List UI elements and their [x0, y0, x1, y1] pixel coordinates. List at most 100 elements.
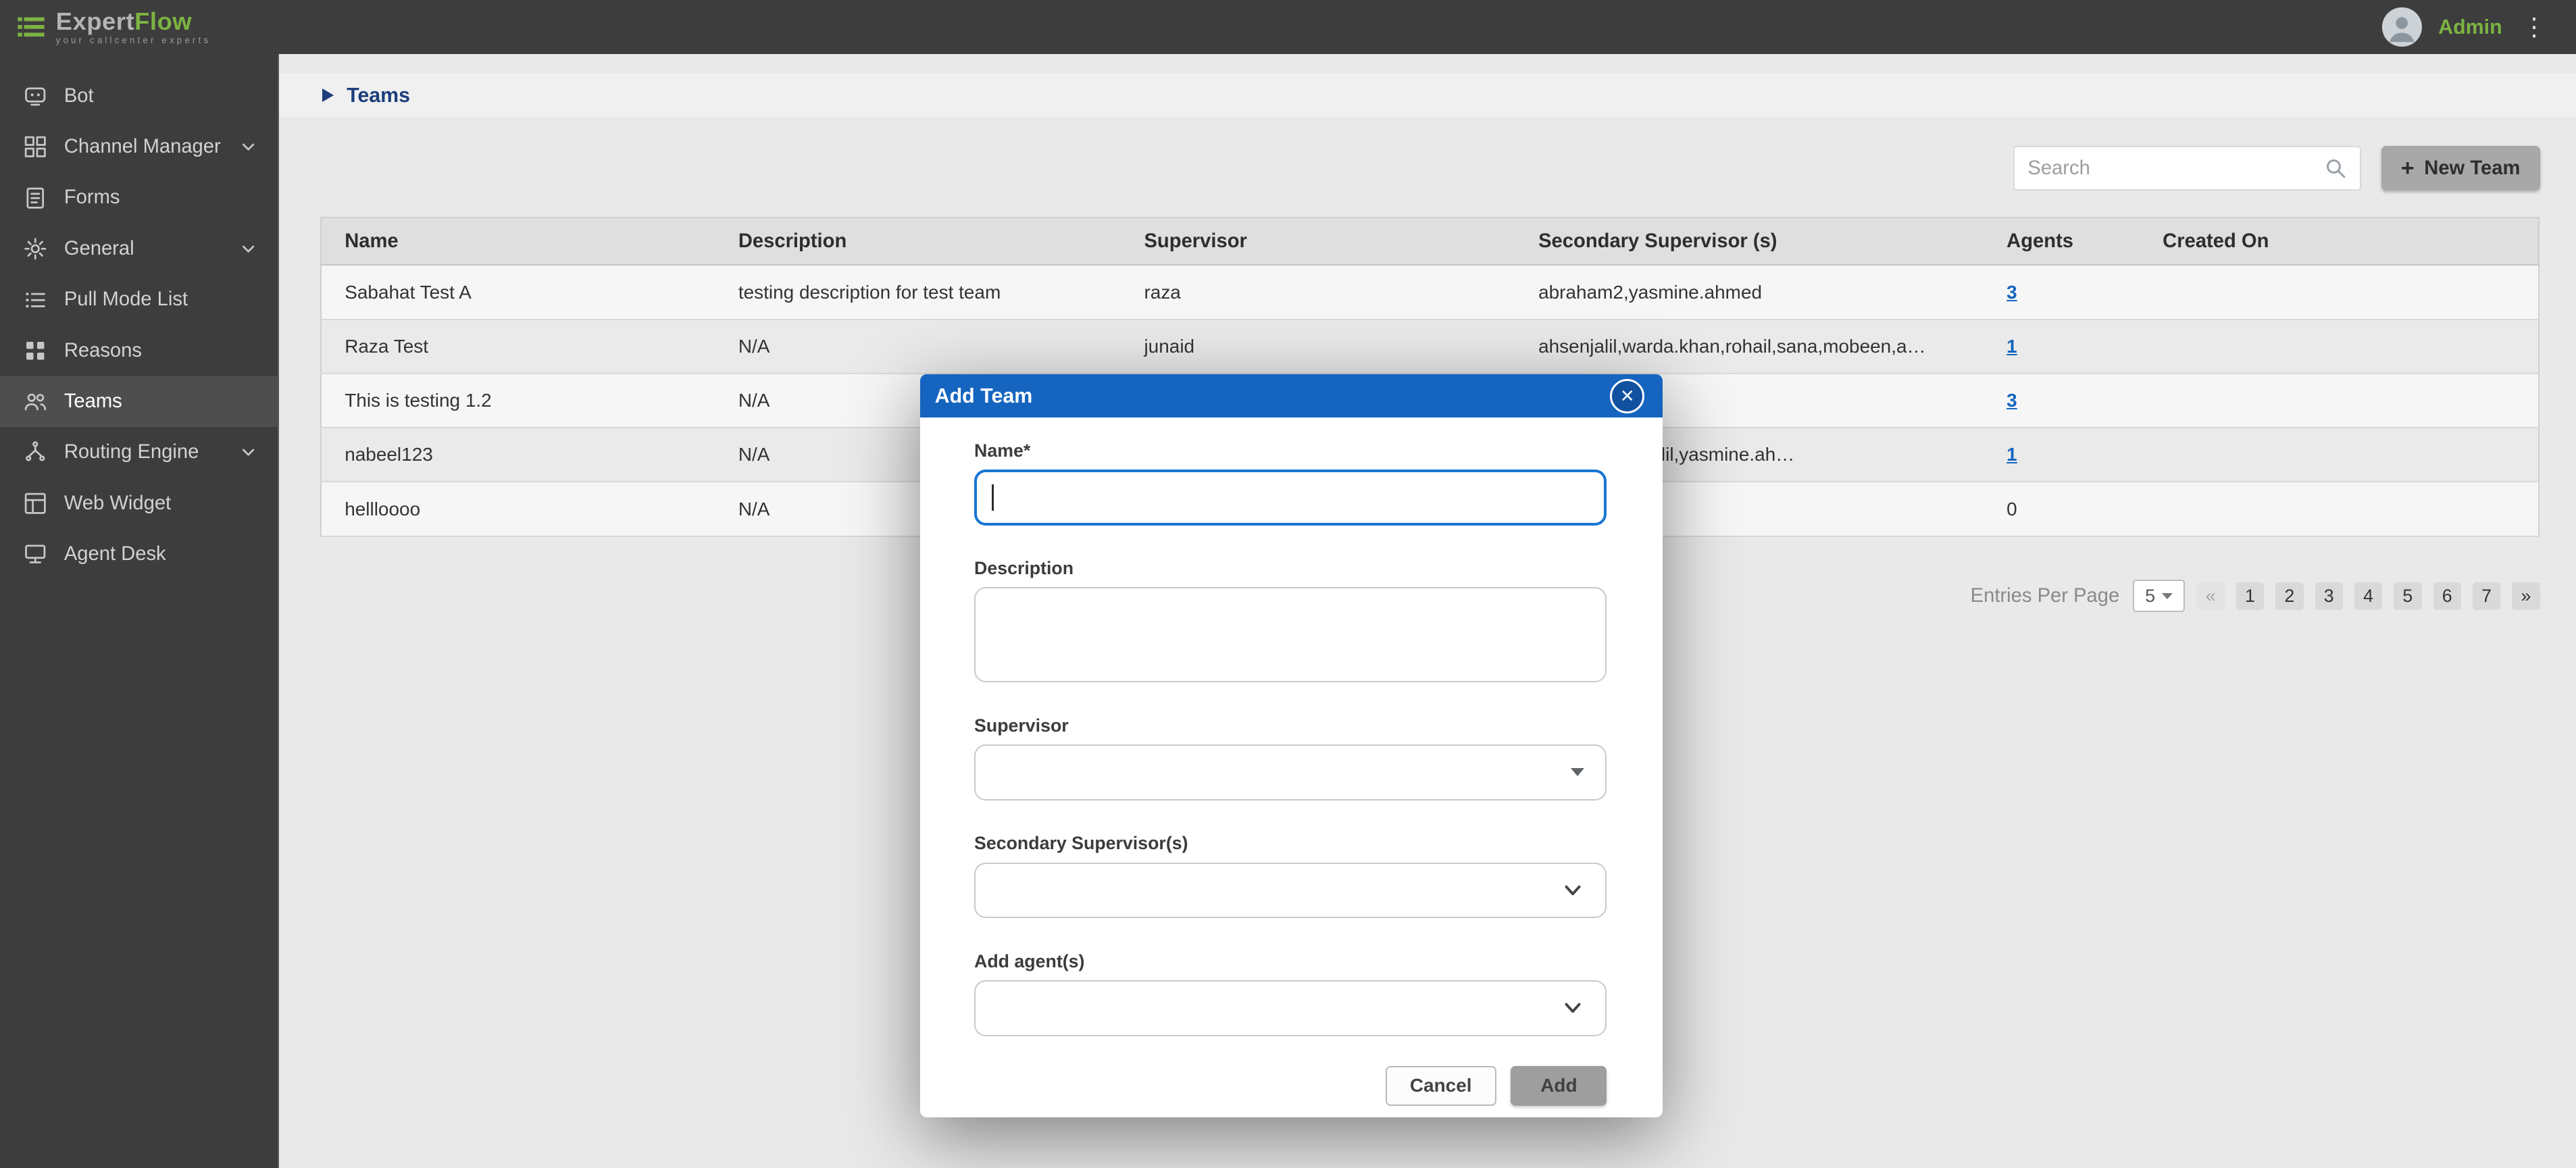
pagination-page-5[interactable]: 5 [2394, 582, 2421, 610]
table-row[interactable]: Raza TestN/Ajunaidahsenjalil,warda.khan,… [321, 320, 2539, 374]
pagination-next-button[interactable]: » [2512, 582, 2540, 610]
breadcrumb-label: Teams [347, 84, 410, 107]
channel-manager-icon [23, 134, 47, 159]
cell-name: hellloooo [321, 482, 715, 536]
topbar-user-area: Admin ⋮ [2382, 7, 2550, 47]
column-header-created-on: Created On [2140, 218, 2539, 265]
chevron-down-icon [1561, 996, 1584, 1019]
add-team-modal-header: Add Team × [920, 374, 1663, 417]
sidebar-item-general[interactable]: General [0, 224, 278, 274]
cell-agents: 1 [1984, 320, 2140, 374]
column-header-supervisor: Supervisor [1121, 218, 1515, 265]
cancel-button[interactable]: Cancel [1386, 1066, 1496, 1105]
secondary-supervisors-select[interactable] [974, 863, 1607, 919]
agents-count-link[interactable]: 3 [2006, 390, 2017, 411]
sidebar-item-label: Web Widget [64, 492, 258, 515]
teams-icon [23, 389, 47, 413]
add-agents-label: Add agent(s) [974, 951, 1607, 972]
description-textarea[interactable] [974, 587, 1607, 682]
supervisor-select[interactable] [974, 744, 1607, 801]
sidebar-item-channel-manager[interactable]: Channel Manager [0, 122, 278, 172]
cell-supervisor: junaid [1121, 320, 1515, 374]
reasons-icon [23, 338, 47, 363]
sidebar-item-pull-mode-list[interactable]: Pull Mode List [0, 274, 278, 325]
plus-icon: + [2401, 157, 2415, 180]
table-row[interactable]: Sabahat Test Atesting description for te… [321, 265, 2539, 319]
add-button[interactable]: Add [1511, 1066, 1607, 1105]
cell-supervisor: raza [1121, 265, 1515, 319]
sidebar-item-label: General [64, 238, 238, 260]
pagination-page-3[interactable]: 3 [2315, 582, 2343, 610]
forms-icon [23, 186, 47, 210]
description-label: Description [974, 558, 1607, 579]
triangle-right-icon[interactable] [322, 88, 334, 102]
sidebar-item-label: Channel Manager [64, 136, 238, 158]
text-caret [992, 484, 994, 511]
app-title: ExpertFlow [56, 9, 211, 34]
add-team-form: Name* Description Supervisor Secondary S… [920, 417, 1663, 1036]
new-team-button[interactable]: + New Team [2381, 146, 2540, 191]
pagination-page-1[interactable]: 1 [2236, 582, 2264, 610]
chevron-down-icon [1561, 879, 1584, 902]
secondary-supervisors-label: Secondary Supervisor(s) [974, 833, 1607, 854]
routing-engine-icon [23, 440, 47, 465]
sidebar-item-forms[interactable]: Forms [0, 172, 278, 223]
sidebar-item-label: Reasons [64, 340, 258, 362]
table-toolbar: + New Team [320, 146, 2540, 191]
modal-footer: Cancel Add [920, 1066, 1663, 1117]
cell-agents: 0 [1984, 482, 2140, 536]
pagination-page-4[interactable]: 4 [2354, 582, 2382, 610]
sidebar-item-reasons[interactable]: Reasons [0, 325, 278, 376]
cell-created-on [2140, 482, 2539, 536]
close-icon[interactable]: × [1610, 379, 1644, 413]
sidebar-item-label: Agent Desk [64, 543, 258, 565]
agent-desk-icon [23, 542, 47, 566]
sidebar-item-label: Routing Engine [64, 441, 238, 463]
cell-name: nabeel123 [321, 428, 715, 482]
user-avatar-icon[interactable] [2382, 7, 2421, 47]
add-team-modal: Add Team × Name* Description Supervisor … [920, 374, 1663, 1117]
chevron-down-icon [238, 239, 258, 259]
agents-count-link[interactable]: 1 [2006, 444, 2017, 465]
sidebar-item-teams[interactable]: Teams [0, 376, 278, 427]
agents-count-link[interactable]: 3 [2006, 282, 2017, 303]
search-input[interactable] [2027, 157, 2324, 180]
cell-agents: 3 [1984, 374, 2140, 428]
table-header-row: NameDescriptionSupervisorSecondary Super… [321, 218, 2539, 265]
chevron-down-icon [238, 137, 258, 157]
cell-created-on [2140, 320, 2539, 374]
app-logo: ExpertFlow your callcenter experts [16, 9, 211, 45]
agents-count-link[interactable]: 1 [2006, 336, 2017, 357]
pagination-page-6[interactable]: 6 [2433, 582, 2461, 610]
cell-created-on [2140, 265, 2539, 319]
cell-description: testing description for test team [715, 265, 1121, 319]
entries-per-page-select[interactable]: 5 [2133, 580, 2186, 613]
user-name[interactable]: Admin [2438, 16, 2502, 39]
sidebar-item-bot[interactable]: Bot [0, 71, 278, 122]
sidebar: Bot Channel Manager Forms General Pull Mode … [0, 54, 279, 1168]
web-widget-icon [23, 491, 47, 515]
column-header-secondary-supervisor-s: Secondary Supervisor (s) [1515, 218, 1984, 265]
column-header-description: Description [715, 218, 1121, 265]
sidebar-item-routing-engine[interactable]: Routing Engine [0, 427, 278, 478]
chevron-down-icon [2162, 593, 2173, 599]
pull-mode-list-icon [23, 288, 47, 312]
dropdown-arrow-icon [1571, 768, 1584, 776]
logo-bars-icon [16, 12, 46, 42]
sidebar-item-agent-desk[interactable]: Agent Desk [0, 529, 278, 580]
team-name-input[interactable] [974, 469, 1607, 526]
cell-name: Sabahat Test A [321, 265, 715, 319]
sidebar-item-web-widget[interactable]: Web Widget [0, 478, 278, 529]
agents-count: 0 [2006, 499, 2017, 519]
pagination-page-2[interactable]: 2 [2275, 582, 2303, 610]
search-icon [2324, 157, 2347, 180]
pagination-page-7[interactable]: 7 [2473, 582, 2500, 610]
add-agents-select[interactable] [974, 980, 1607, 1036]
sidebar-item-label: Teams [64, 390, 258, 413]
cell-description: N/A [715, 320, 1121, 374]
pagination-prev-button[interactable]: « [2196, 582, 2224, 610]
new-team-button-label: New Team [2424, 157, 2520, 180]
sidebar-item-label: Pull Mode List [64, 288, 258, 311]
kebab-menu-icon[interactable]: ⋮ [2519, 15, 2550, 39]
cell-secondary-supervisors: abraham2,yasmine.ahmed [1515, 265, 1984, 319]
